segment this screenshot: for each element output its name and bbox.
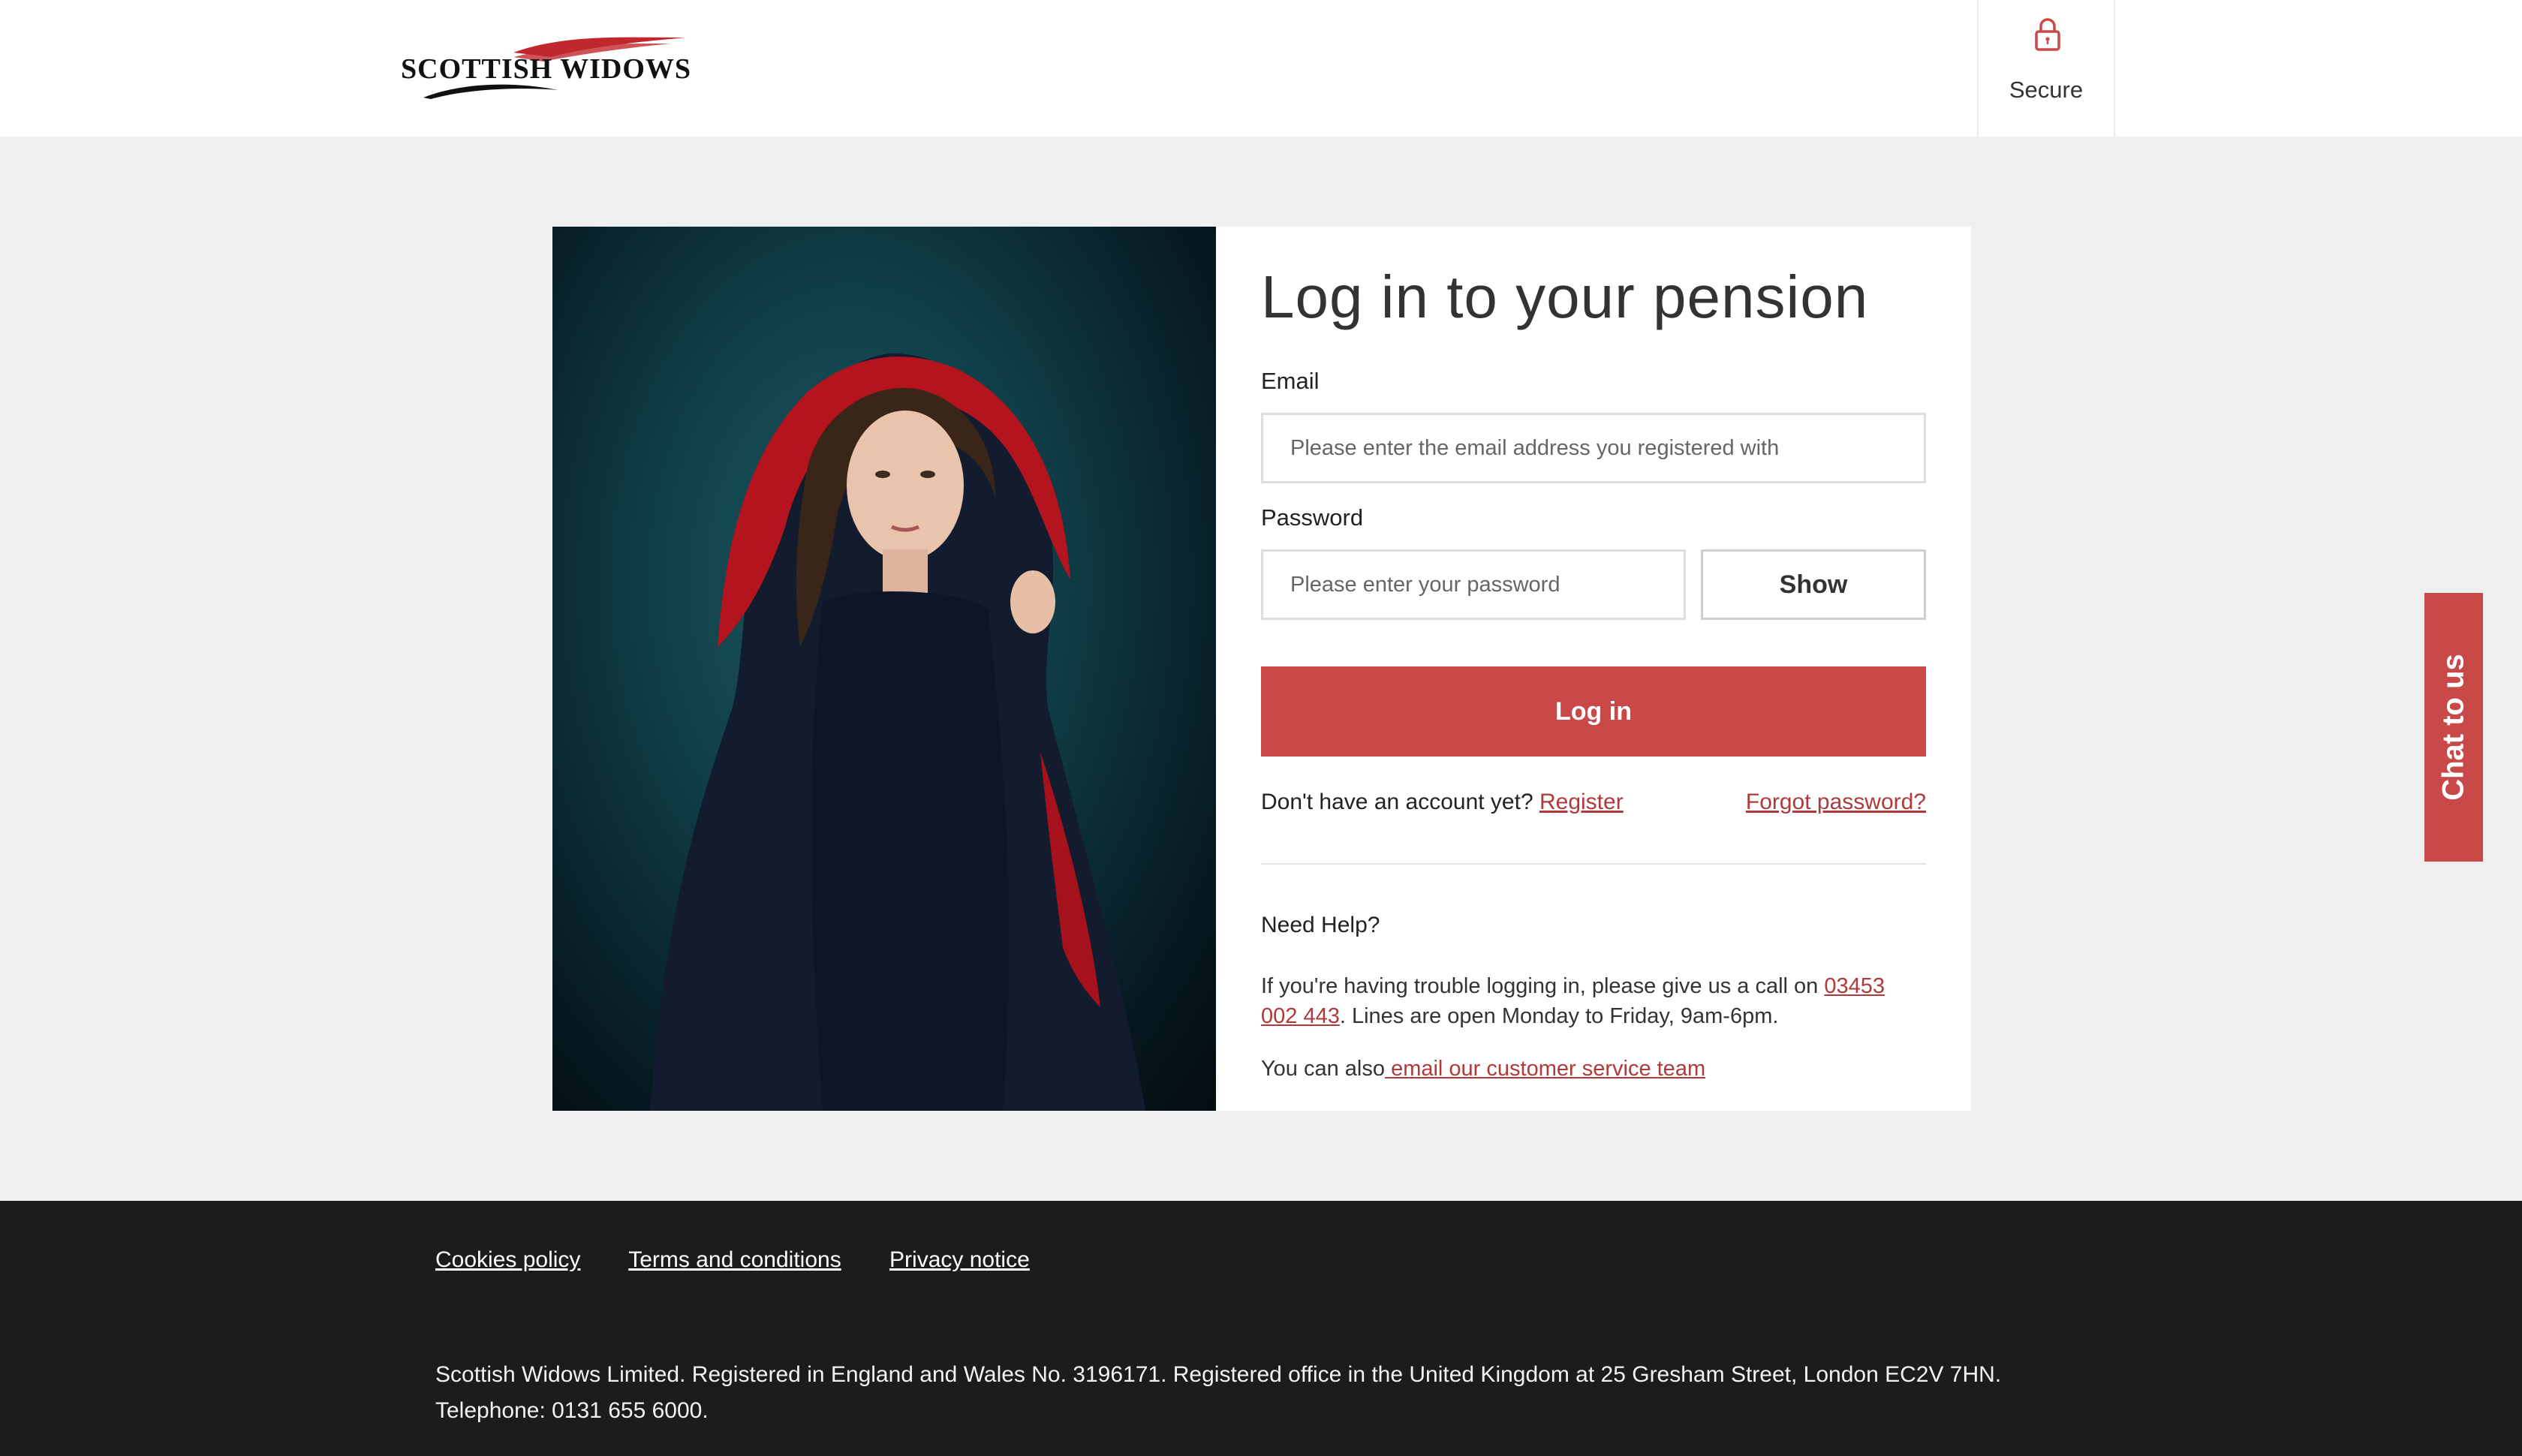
help-text-before-phone: If you're having trouble logging in, ple… (1261, 974, 1825, 998)
help-email-prefix: You can also (1261, 1057, 1386, 1081)
hero-illustration (650, 353, 1145, 1111)
help-email-text: You can also email our customer service … (1261, 1057, 1922, 1081)
hero-image-woman-red-hood (552, 227, 1216, 1111)
email-customer-service-link[interactable]: email our customer service team (1385, 1057, 1705, 1081)
site-header: SCOTTISH WIDOWS Secure (0, 0, 2522, 137)
scottish-widows-logo[interactable]: SCOTTISH WIDOWS (401, 30, 731, 105)
password-input[interactable] (1261, 549, 1686, 620)
secure-label: Secure (2009, 77, 2084, 103)
footer-legal-text: Scottish Widows Limited. Registered in E… (435, 1362, 2002, 1423)
login-button[interactable]: Log in (1261, 666, 1926, 757)
no-account-text: Don't have an account yet? (1261, 790, 1533, 814)
forgot-password-link[interactable]: Forgot password? (1746, 790, 1926, 815)
terms-conditions-link[interactable]: Terms and conditions (628, 1247, 841, 1272)
register-link[interactable]: Register (1539, 790, 1624, 814)
padlock-icon (2035, 18, 2060, 51)
divider (1261, 863, 1926, 865)
email-label: Email (1261, 368, 1320, 394)
page-title: Log in to your pension (1261, 263, 1869, 330)
chat-to-us-label: Chat to us (2436, 654, 2470, 801)
site-footer: Cookies policy Terms and conditions Priv… (0, 1201, 2522, 1456)
account-links-row: Don't have an account yet? Register Forg… (1261, 790, 1926, 815)
logo-wordmark: SCOTTISH WIDOWS (401, 53, 692, 85)
chat-to-us-tab[interactable]: Chat to us (2424, 593, 2483, 862)
email-input[interactable] (1261, 413, 1926, 483)
show-password-button[interactable]: Show (1701, 549, 1926, 620)
privacy-notice-link[interactable]: Privacy notice (889, 1247, 1030, 1272)
help-phone-text: If you're having trouble logging in, ple… (1261, 971, 1922, 1031)
secure-indicator: Secure (1977, 0, 2115, 137)
password-label: Password (1261, 504, 1364, 531)
cookies-policy-link[interactable]: Cookies policy (435, 1247, 580, 1272)
footer-links: Cookies policy Terms and conditions Priv… (435, 1247, 1072, 1273)
login-form: Log in to your pension Email Password Sh… (1261, 227, 1926, 1111)
login-card: Log in to your pension Email Password Sh… (552, 227, 1971, 1111)
help-text-after-phone: . Lines are open Monday to Friday, 9am-6… (1339, 1004, 1779, 1028)
need-help-heading: Need Help? (1261, 913, 1380, 937)
